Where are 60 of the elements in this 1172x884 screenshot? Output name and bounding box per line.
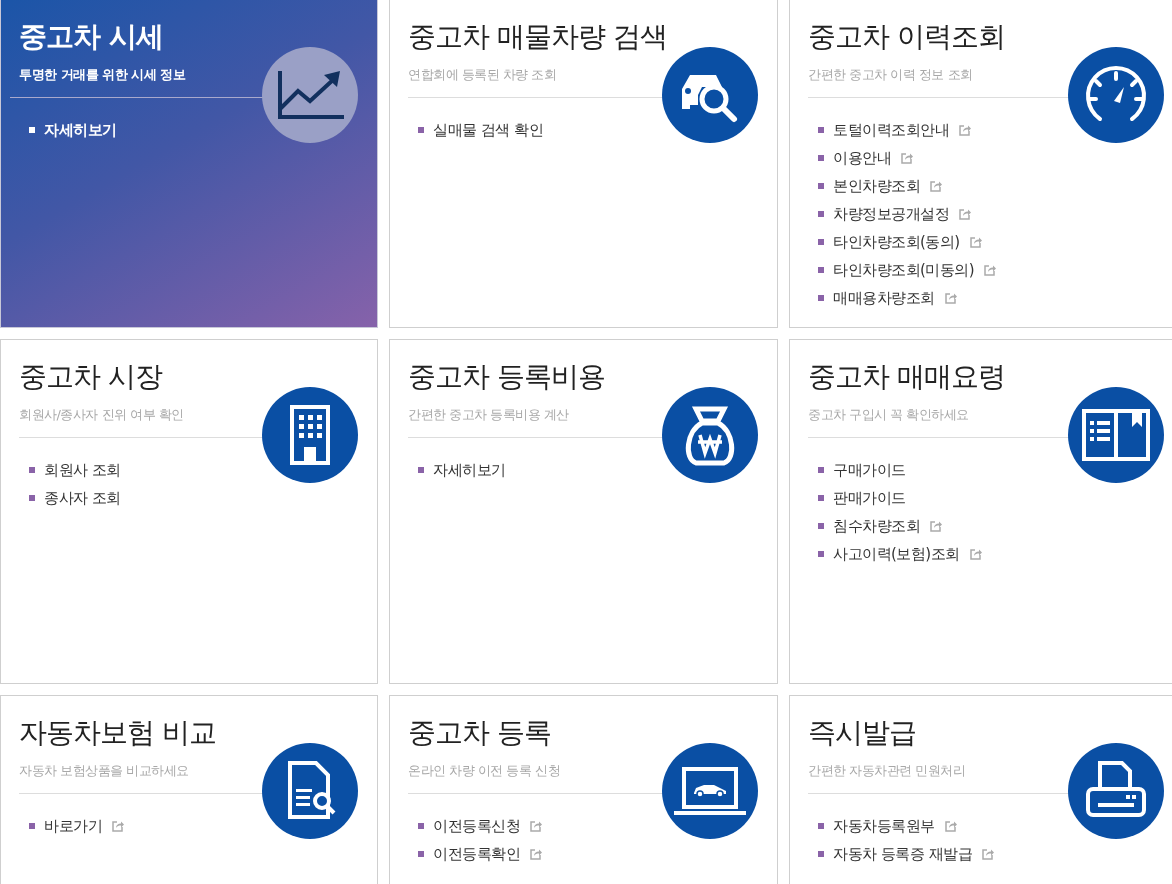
bullet-icon [29,467,35,473]
bullet-icon [818,467,824,473]
card-subtitle: 회원사/종사자 진위 여부 확인 [18,406,185,424]
card-subtitle: 투명한 거래를 위한 시세 정보 [18,66,187,84]
bullet-icon [818,239,824,245]
card-title: 즉시발급 [807,715,917,751]
bullet-icon [29,495,35,501]
bullet-icon [818,851,824,857]
bullet-icon [818,267,824,273]
menu-link[interactable]: 자세히보기 [44,120,117,140]
card-title: 중고차 시세 [18,19,164,55]
menu-link[interactable]: 자동차 등록증 재발급 [833,844,973,864]
menu-link[interactable]: 회원사 조회 [44,460,121,480]
bullet-icon [418,467,424,473]
card-subtitle: 간편한 중고차 이력 정보 조회 [807,66,974,84]
bullet-icon [818,183,824,189]
card-subtitle: 자동차 보험상품을 비교하세요 [18,762,190,780]
card-subtitle: 온라인 차량 이전 등록 신청 [407,762,562,780]
card-title: 중고차 매매요령 [807,359,1006,395]
bullet-icon [818,551,824,557]
bullet-icon [818,211,824,217]
menu-link[interactable]: 판매가이드 [833,488,906,508]
menu-link[interactable]: 토털이력조회안내 [833,120,949,140]
menu-link[interactable]: 종사자 조회 [44,488,121,508]
bullet-icon [29,127,35,133]
card-subtitle: 연합회에 등록된 차량 조회 [407,66,558,84]
card-subtitle: 중고차 구입시 꼭 확인하세요 [807,406,970,424]
menu-link[interactable]: 본인차량조회 [833,176,920,196]
bullet-icon [29,823,35,829]
menu-link[interactable]: 침수차량조회 [833,516,920,536]
card-subtitle: 간편한 중고차 등록비용 계산 [407,406,570,424]
menu-link[interactable]: 이전등록확인 [433,844,520,864]
card-title: 자동차보험 비교 [18,715,217,751]
menu-link[interactable]: 구매가이드 [833,460,906,480]
card-title: 중고차 시장 [18,359,164,395]
card-subtitle: 간편한 자동차관련 민원처리 [807,762,967,780]
bullet-icon [818,823,824,829]
menu-link[interactable]: 이전등록신청 [433,816,520,836]
card-title: 중고차 등록비용 [407,359,606,395]
menu-link[interactable]: 자동차등록원부 [833,816,935,836]
card-title: 중고차 매물차량 검색 [407,19,668,55]
menu-link[interactable]: 타인차량조회(미동의) [833,260,975,280]
menu-link[interactable]: 자세히보기 [433,460,506,480]
menu-link[interactable]: 타인차량조회(동의) [833,232,960,252]
menu-link[interactable]: 이용안내 [833,148,891,168]
menu-link[interactable]: 실매물 검색 확인 [433,120,544,140]
bullet-icon [418,823,424,829]
bullet-icon [818,523,824,529]
bullet-icon [418,851,424,857]
bullet-icon [818,127,824,133]
card-title: 중고차 등록 [407,715,552,751]
menu-link[interactable]: 매매용차량조회 [833,288,935,308]
bullet-icon [818,295,824,301]
bullet-icon [418,127,424,133]
menu-link[interactable]: 차량정보공개설정 [833,204,949,224]
bullet-icon [818,155,824,161]
menu-link[interactable]: 바로가기 [44,816,102,836]
bullet-icon [818,495,824,501]
menu-link[interactable]: 사고이력(보험)조회 [833,544,960,564]
card-title: 중고차 이력조회 [807,19,1006,55]
